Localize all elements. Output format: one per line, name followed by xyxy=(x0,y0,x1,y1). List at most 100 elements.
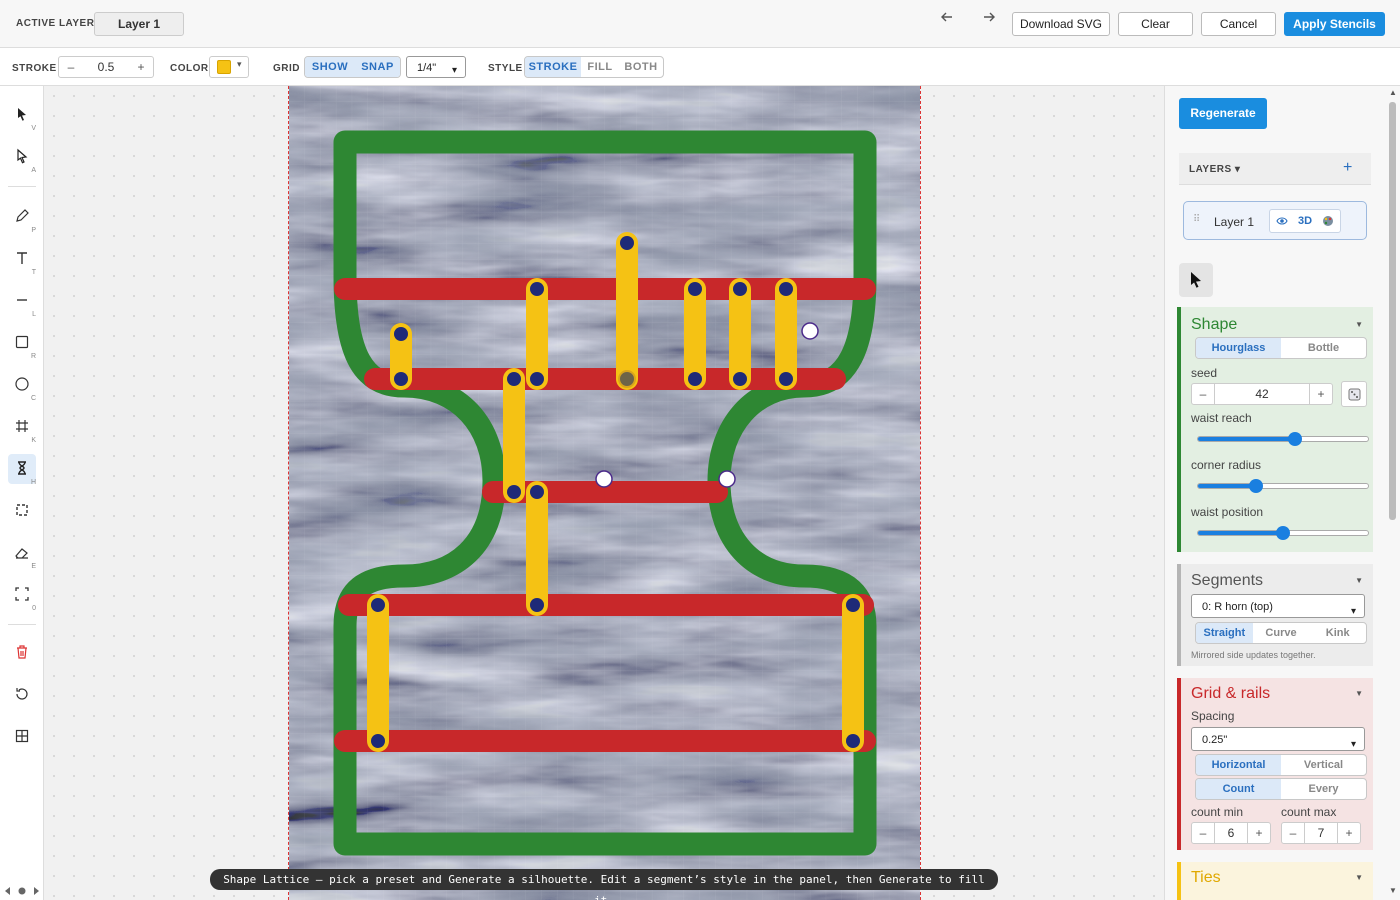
control-handle[interactable] xyxy=(595,470,613,488)
seed-minus-button[interactable]: – xyxy=(1192,384,1214,404)
eraser-tool[interactable]: E xyxy=(8,538,36,570)
stroke-value[interactable]: 0.5 xyxy=(83,60,129,74)
method-every[interactable]: Every xyxy=(1281,779,1366,799)
count-min-minus[interactable]: – xyxy=(1192,823,1214,843)
design-canvas[interactable] xyxy=(289,86,921,900)
layers-dropdown[interactable]: LAYERS ▾ xyxy=(1189,164,1240,175)
tie-node[interactable] xyxy=(620,236,634,250)
stroke-plus-button[interactable]: + xyxy=(129,60,153,74)
trash-tool[interactable] xyxy=(8,638,36,668)
tie-node[interactable] xyxy=(733,282,747,296)
collapse-icon[interactable]: ▼ xyxy=(1355,873,1363,882)
artboard[interactable] xyxy=(288,86,921,900)
regenerate-button[interactable]: Regenerate xyxy=(1179,98,1267,129)
fit-tool[interactable]: 0 xyxy=(8,580,36,612)
count-max-value[interactable]: 7 xyxy=(1304,823,1338,843)
rect-tool[interactable]: R xyxy=(8,328,36,360)
preset-hourglass[interactable]: Hourglass xyxy=(1196,338,1281,358)
line-tool[interactable]: L xyxy=(8,286,36,318)
mode-kink[interactable]: Kink xyxy=(1309,623,1366,643)
collapse-icon[interactable]: ▼ xyxy=(1355,689,1363,698)
layer-select-tool[interactable] xyxy=(1179,263,1213,297)
corner-radius-slider[interactable] xyxy=(1197,479,1369,493)
tie-node[interactable] xyxy=(846,734,860,748)
hourglass-tool[interactable]: H xyxy=(8,454,36,486)
grid-tool[interactable]: K xyxy=(8,412,36,444)
color-picker-button[interactable]: ▾ xyxy=(209,56,249,78)
randomize-seed-button[interactable] xyxy=(1341,381,1367,407)
seed-value[interactable]: 42 xyxy=(1214,384,1310,404)
grid-snap-toggle[interactable]: SNAP xyxy=(355,57,400,77)
3d-toggle[interactable]: 3D xyxy=(1293,210,1316,232)
tile-tool[interactable] xyxy=(8,722,36,752)
tie-node[interactable] xyxy=(507,485,521,499)
count-max-plus[interactable]: + xyxy=(1338,823,1360,843)
select-tool[interactable]: V xyxy=(8,100,36,132)
panel-scrollbar[interactable]: ▲ ▼ xyxy=(1386,86,1400,900)
scroll-thumb[interactable] xyxy=(1389,102,1396,520)
tie-node[interactable] xyxy=(846,598,860,612)
style-stroke-option[interactable]: STROKE xyxy=(525,57,581,77)
spacing-select[interactable]: 0.25" ▾ xyxy=(1191,727,1365,751)
mode-straight[interactable]: Straight xyxy=(1196,623,1253,643)
style-fill-option[interactable]: FILL xyxy=(581,57,619,77)
control-handle[interactable] xyxy=(801,322,819,340)
collapse-icon[interactable]: ▼ xyxy=(1355,576,1363,585)
active-layer-pill[interactable]: Layer 1 xyxy=(94,12,184,36)
circle-tool[interactable]: C xyxy=(8,370,36,402)
grid-show-toggle[interactable]: SHOW xyxy=(305,57,355,77)
transform-tool[interactable] xyxy=(8,496,36,526)
mode-curve[interactable]: Curve xyxy=(1253,623,1310,643)
selected-node[interactable] xyxy=(618,370,636,388)
seed-plus-button[interactable]: + xyxy=(1310,384,1332,404)
cancel-button[interactable]: Cancel xyxy=(1201,12,1276,36)
text-tool[interactable]: T xyxy=(8,244,36,276)
count-min-plus[interactable]: + xyxy=(1248,823,1270,843)
slider-knob[interactable] xyxy=(1248,479,1263,493)
slider-knob[interactable] xyxy=(1287,432,1302,446)
preset-bottle[interactable]: Bottle xyxy=(1281,338,1366,358)
waist-reach-slider[interactable] xyxy=(1197,432,1369,446)
undo-button[interactable] xyxy=(937,10,957,27)
apply-stencils-button[interactable]: Apply Stencils xyxy=(1284,12,1385,36)
stroke-minus-button[interactable]: – xyxy=(59,60,83,74)
drag-handle-icon[interactable]: ⠿ xyxy=(1193,214,1200,225)
download-svg-button[interactable]: Download SVG xyxy=(1012,12,1110,36)
layer-item[interactable]: ⠿ Layer 1 3D xyxy=(1183,201,1367,240)
tie-node[interactable] xyxy=(688,282,702,296)
style-both-option[interactable]: BOTH xyxy=(619,57,663,77)
tie-node[interactable] xyxy=(371,734,385,748)
scroll-down-icon[interactable]: ▼ xyxy=(1389,886,1397,895)
count-min-value[interactable]: 6 xyxy=(1214,823,1248,843)
tie-node[interactable] xyxy=(779,372,793,386)
tie-node[interactable] xyxy=(733,372,747,386)
tie-node[interactable] xyxy=(394,372,408,386)
pen-tool[interactable]: P xyxy=(8,202,36,234)
waist-position-slider[interactable] xyxy=(1197,526,1369,540)
tie-node[interactable] xyxy=(530,372,544,386)
collapse-icon[interactable]: ▼ xyxy=(1355,320,1363,329)
grid-spacing-select[interactable]: 1/4" ▾ xyxy=(406,56,466,78)
add-layer-button[interactable]: + xyxy=(1343,159,1352,177)
tie-node[interactable] xyxy=(779,282,793,296)
count-max-minus[interactable]: – xyxy=(1282,823,1304,843)
clear-button[interactable]: Clear xyxy=(1118,12,1193,36)
tie-node[interactable] xyxy=(530,485,544,499)
eye-icon[interactable] xyxy=(1270,210,1293,232)
direct-select-tool[interactable]: A xyxy=(8,142,36,174)
tie-node[interactable] xyxy=(530,282,544,296)
tie-node[interactable] xyxy=(530,598,544,612)
tie-node[interactable] xyxy=(507,372,521,386)
segment-select[interactable]: 0: R horn (top) ▾ xyxy=(1191,594,1365,618)
scroll-up-icon[interactable]: ▲ xyxy=(1389,88,1397,97)
tie-node[interactable] xyxy=(688,372,702,386)
orientation-vertical[interactable]: Vertical xyxy=(1281,755,1366,775)
orientation-horizontal[interactable]: Horizontal xyxy=(1196,755,1281,775)
redo-button[interactable] xyxy=(979,10,999,27)
sidebar-scroll-icon[interactable] xyxy=(4,886,40,896)
control-handle[interactable] xyxy=(718,470,736,488)
tie-node[interactable] xyxy=(394,327,408,341)
slider-knob[interactable] xyxy=(1276,526,1290,540)
method-count[interactable]: Count xyxy=(1196,779,1281,799)
reset-tool[interactable] xyxy=(8,680,36,710)
